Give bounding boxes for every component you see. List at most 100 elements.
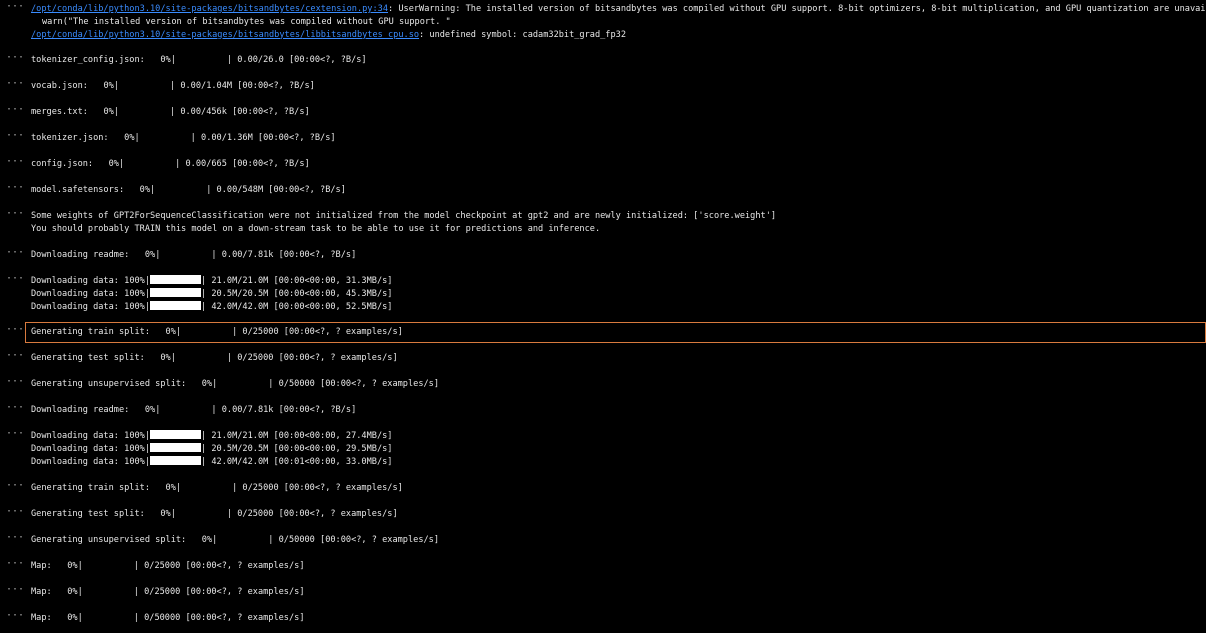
progress-label: Map: <box>31 560 52 571</box>
dataset-progress-group: ··· Downloading readme: 0%| | 0.00/7.81k [… <box>0 247 1206 625</box>
progress-percent: 100%| <box>124 456 151 467</box>
output-cell-map-content: Map: 0%| | 0/25000 [00:00<?, ? examples/s… <box>31 586 1206 599</box>
cell-menu-icon[interactable]: ··· <box>6 105 24 118</box>
output-cell-map[interactable]: ··· Map: 0%| | 0/50000 [00:00<?, ? example… <box>0 610 1206 625</box>
progress-line: Map: 0%| | 0/25000 [00:00<?, ? examples/s… <box>31 560 1206 573</box>
cell-menu-icon[interactable]: ··· <box>6 53 24 66</box>
libbitsandbytes-link[interactable]: /opt/conda/lib/python3.10/site-packages/… <box>31 30 419 40</box>
progress-stats: | 20.5M/20.5M [00:00<00:00, 45.3MB/s] <box>201 288 393 299</box>
progress-label: tokenizer.json: <box>31 133 109 144</box>
progress-stats: | 42.0M/42.0M [00:01<00:00, 33.0MB/s] <box>201 456 393 467</box>
progress-label: Map: <box>31 586 52 597</box>
progress-stats: | 0/50000 [00:00<?, ? examples/s] <box>268 534 440 545</box>
progress-stats: | 20.5M/20.5M [00:00<00:00, 29.5MB/s] <box>201 444 393 455</box>
output-cell-download-data[interactable]: ··· Downloading data: 100%| | 21.0M/21.0M … <box>0 429 1206 469</box>
progress-line: Downloading data: 100%| | 21.0M/21.0M [00… <box>31 430 1206 443</box>
progress-bar <box>150 287 202 297</box>
cell-menu-icon[interactable]: ··· <box>6 79 24 92</box>
progress-stats: | 21.0M/21.0M [00:00<00:00, 27.4MB/s] <box>201 431 393 442</box>
cell-menu-icon[interactable]: ··· <box>6 584 24 598</box>
output-cell-weights-notice[interactable]: ··· Some weights of GPT2ForSequenceClass… <box>0 209 1206 236</box>
progress-percent: 0%| <box>165 327 182 338</box>
cell-menu-icon[interactable]: ··· <box>6 2 24 15</box>
output-cell-warning[interactable]: ··· /opt/conda/lib/python3.10/site-packa… <box>0 2 1206 42</box>
warning-line-3: /opt/conda/lib/python3.10/site-packages/… <box>31 29 1206 42</box>
output-cell-map[interactable]: ··· Map: 0%| | 0/25000 [00:00<?, ? example… <box>0 584 1206 599</box>
output-cell-file-progress-content: tokenizer_config.json: 0%| | 0.00/26.0 [0… <box>31 54 1206 67</box>
progress-bar <box>181 482 232 491</box>
weights-notice-line-2: You should probably TRAIN this model on … <box>31 224 601 235</box>
progress-label: config.json: <box>31 159 94 170</box>
progress-percent: 100%| <box>124 301 151 312</box>
progress-percent: 0%| <box>67 560 83 571</box>
output-cell-file-progress[interactable]: ··· vocab.json: 0%| | 0.00/1.04M [00:00<?,… <box>0 79 1206 93</box>
progress-bar <box>181 326 232 335</box>
progress-line: Downloading data: 100%| | 20.5M/20.5M [00… <box>31 287 1206 301</box>
progress-stats: | 0.00/7.81k [00:00<?, ?B/s] <box>211 405 357 416</box>
cell-menu-icon[interactable]: ··· <box>6 506 24 520</box>
progress-stats: | 0/25000 [00:00<?, ? examples/s] <box>133 560 305 571</box>
progress-percent: 0%| <box>201 379 218 390</box>
weights-notice-output: Some weights of GPT2ForSequenceClassific… <box>31 210 1206 236</box>
output-cell-readme[interactable]: ··· Downloading readme: 0%| | 0.00/7.81k [… <box>0 247 1206 262</box>
cell-menu-icon[interactable]: ··· <box>6 325 24 338</box>
output-cell-file-progress[interactable]: ··· tokenizer_config.json: 0%| | 0.00/26.0… <box>0 53 1206 67</box>
output-cell-split[interactable]: ··· Generating train split: 0%| | 0/25000 … <box>0 322 1206 344</box>
progress-bar <box>150 443 202 453</box>
cell-menu-icon[interactable]: ··· <box>6 429 24 442</box>
progress-percent: 0%| <box>165 482 182 493</box>
cell-menu-icon[interactable]: ··· <box>6 403 24 416</box>
output-cell-split[interactable]: ··· Generating unsupervised split: 0%| | 0… <box>0 532 1206 547</box>
cell-menu-icon[interactable]: ··· <box>6 480 24 494</box>
notebook-output-area: ··· /opt/conda/lib/python3.10/site-packa… <box>0 0 1206 633</box>
progress-bar <box>119 106 170 115</box>
progress-bar <box>160 249 211 258</box>
progress-line: config.json: 0%| | 0.00/665 [00:00<?, ?B/… <box>31 158 1206 171</box>
progress-line: Downloading data: 100%| | 20.5M/20.5M [00… <box>31 443 1206 456</box>
output-cell-file-progress[interactable]: ··· model.safetensors: 0%| | 0.00/548M [00… <box>0 183 1206 197</box>
progress-line: Downloading data: 100%| | 21.0M/21.0M [00… <box>31 274 1206 288</box>
progress-percent: 0%| <box>144 249 161 260</box>
warning-line-2: warn("The installed version of bitsandby… <box>42 16 451 27</box>
cell-menu-icon[interactable]: ··· <box>6 377 24 390</box>
output-cell-file-progress[interactable]: ··· tokenizer.json: 0%| | 0.00/1.36M [00:0… <box>0 131 1206 145</box>
output-cell-split[interactable]: ··· Generating test split: 0%| | 0/25000 [… <box>0 351 1206 365</box>
output-cell-file-progress[interactable]: ··· merges.txt: 0%| | 0.00/456k [00:00<?, … <box>0 105 1206 119</box>
warning-text-1: : UserWarning: The installed version of … <box>388 4 1206 14</box>
progress-percent: 0%| <box>103 107 119 118</box>
cell-menu-icon[interactable]: ··· <box>6 273 24 287</box>
output-cell-download-data[interactable]: ··· Downloading data: 100%| | 21.0M/21.0M … <box>0 273 1206 313</box>
progress-label: Map: <box>31 612 52 623</box>
cell-menu-icon[interactable]: ··· <box>6 532 24 546</box>
progress-label: Generating test split: <box>31 508 145 519</box>
progress-line: Generating train split: 0%| | 0/25000 [00… <box>31 326 1206 339</box>
progress-bar <box>155 184 206 193</box>
cell-menu-icon[interactable]: ··· <box>6 157 24 170</box>
cell-menu-icon[interactable]: ··· <box>6 183 24 196</box>
output-cell-split[interactable]: ··· Generating train split: 0%| | 0/25000 … <box>0 480 1206 495</box>
output-cell-readme[interactable]: ··· Downloading readme: 0%| | 0.00/7.81k [… <box>0 403 1206 417</box>
output-cell-split[interactable]: ··· Generating unsupervised split: 0%| | 0… <box>0 377 1206 391</box>
progress-label: Downloading data: <box>31 275 119 286</box>
cextension-link[interactable]: /opt/conda/lib/python3.10/site-packages/… <box>31 4 388 14</box>
progress-bar <box>150 430 202 440</box>
cell-menu-icon[interactable]: ··· <box>6 131 24 144</box>
progress-label: Downloading data: <box>31 301 119 312</box>
cell-menu-icon[interactable]: ··· <box>6 247 24 261</box>
cell-menu-icon[interactable]: ··· <box>6 351 24 364</box>
cell-menu-icon[interactable]: ··· <box>6 209 24 222</box>
cell-menu-icon[interactable]: ··· <box>6 610 24 624</box>
progress-percent: 0%| <box>160 353 176 364</box>
output-cell-map[interactable]: ··· Map: 0%| | 0/25000 [00:00<?, ? example… <box>0 558 1206 573</box>
progress-label: vocab.json: <box>31 81 88 92</box>
output-cell-split[interactable]: ··· Generating test split: 0%| | 0/25000 [… <box>0 506 1206 521</box>
progress-line: Downloading data: 100%| | 42.0M/42.0M [00… <box>31 455 1206 469</box>
progress-label: merges.txt: <box>31 107 88 118</box>
cell-menu-icon[interactable]: ··· <box>6 558 24 572</box>
progress-stats: | 0/25000 [00:00<?, ? examples/s] <box>232 482 403 493</box>
output-cell-split-content: Generating train split: 0%| | 0/25000 [00… <box>31 326 1206 339</box>
progress-percent: 100%| <box>124 288 151 299</box>
progress-percent: 0%| <box>144 405 161 416</box>
output-cell-file-progress[interactable]: ··· config.json: 0%| | 0.00/665 [00:00<?, … <box>0 157 1206 171</box>
progress-bar <box>176 508 227 517</box>
